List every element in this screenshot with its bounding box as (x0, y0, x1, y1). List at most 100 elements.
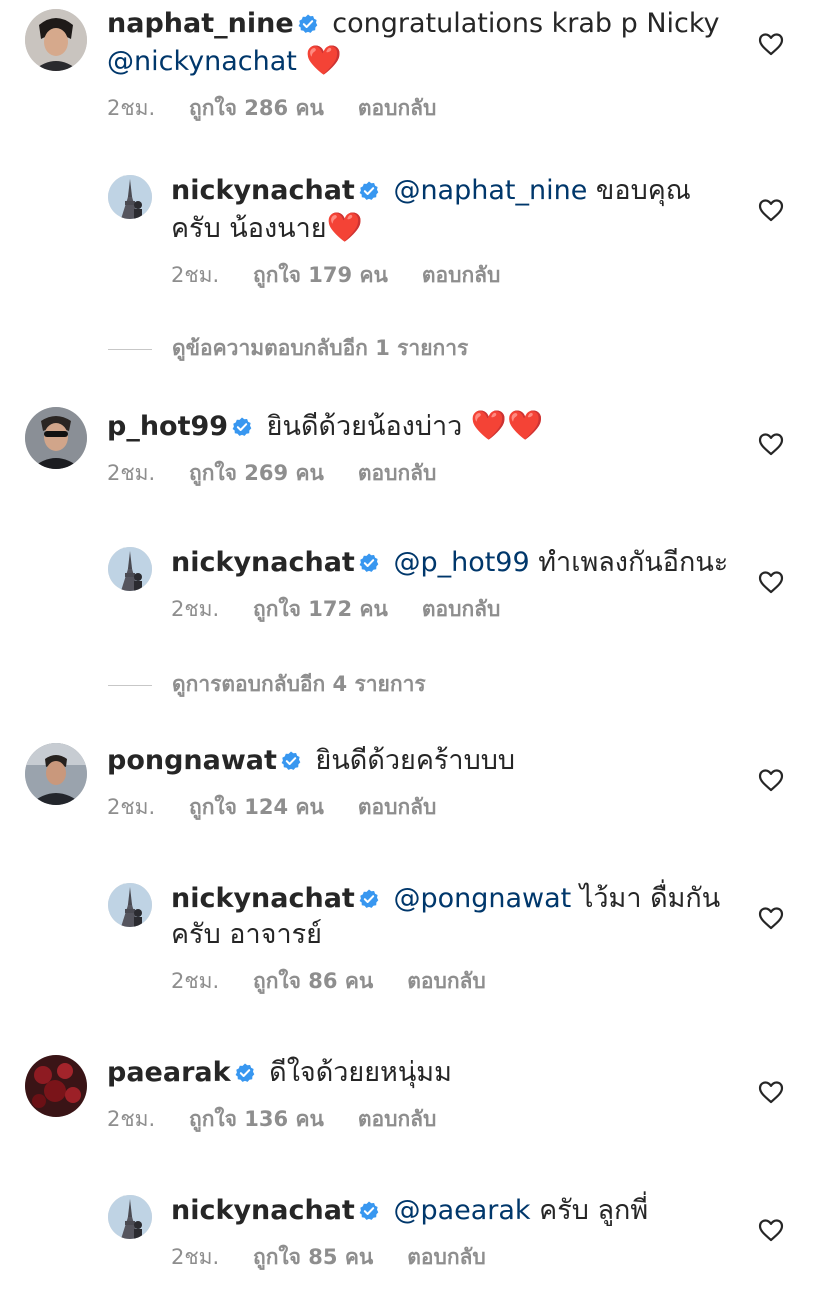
like-count[interactable]: ถูกใจ 86 คน (253, 966, 373, 996)
comments-screen: naphat_nine congratulations krab p Nicky… (0, 0, 828, 1296)
heart-emoji: ❤️ (305, 43, 342, 77)
heart-emoji: ❤️ (326, 210, 363, 244)
comment-text: p_hot99 ยินดีด้วยน้องบ่าว ❤️❤️ (107, 407, 747, 445)
avatar-photo (108, 1195, 152, 1239)
view-more-label: ดูการตอบกลับอีก 4 รายการ (172, 672, 426, 696)
comment-body: p_hot99 ยินดีด้วยน้องบ่าว ❤️❤️ 2ชม. ถูกใจ… (107, 407, 747, 488)
reply-meta: 2ชม. ถูกใจ 85 คน ตอบกลับ (171, 1242, 731, 1272)
comment-body: paearak ดีใจด้วยยหนุ่มม 2ชม. ถูกใจ 136 คน… (107, 1055, 747, 1134)
comment-message: ดีใจด้วยยหนุ่มม (269, 1057, 452, 1088)
username[interactable]: naphat_nine (107, 8, 294, 39)
timestamp: 2ชม. (107, 795, 156, 819)
avatar[interactable] (108, 547, 152, 591)
heart-outline-icon[interactable] (758, 198, 784, 222)
timestamp: 2ชม. (107, 96, 156, 120)
comment-text: naphat_nine congratulations krab p Nicky… (107, 6, 747, 80)
divider-line (108, 348, 152, 350)
comment-body: pongnawat ยินดีด้วยคร้าบบบ 2ชม. ถูกใจ 124… (107, 743, 747, 822)
username[interactable]: paearak (107, 1057, 231, 1088)
avatar[interactable] (108, 1195, 152, 1239)
comment-meta: 2ชม. ถูกใจ 136 คน ตอบกลับ (107, 1104, 747, 1134)
username[interactable]: pongnawat (107, 745, 277, 776)
timestamp: 2ชม. (171, 597, 220, 621)
reply-button[interactable]: ตอบกลับ (358, 1104, 437, 1134)
reply-text: nickynachat @pongnawat ไว้มา ดื่มกัน ครั… (171, 881, 731, 953)
verified-badge-icon (359, 1201, 379, 1221)
verified-badge-icon (281, 751, 301, 771)
mention-link[interactable]: @nickynachat (107, 46, 297, 77)
view-more-label: ดูข้อความตอบกลับอีก 1 รายการ (172, 336, 469, 360)
verified-badge-icon (298, 14, 318, 34)
avatar-photo (25, 9, 87, 71)
like-count[interactable]: ถูกใจ 179 คน (253, 260, 388, 290)
heart-outline-icon[interactable] (758, 1080, 784, 1104)
comment-message: ยินดีด้วยน้องบ่าว (266, 411, 463, 442)
avatar[interactable] (25, 743, 87, 805)
reply-text: nickynachat @naphat_nine ขอบคุณครับ น้อง… (171, 173, 731, 247)
comment-meta: 2ชม. ถูกใจ 124 คน ตอบกลับ (107, 792, 747, 822)
heart-outline-icon[interactable] (758, 1218, 784, 1242)
reply-button[interactable]: ตอบกลับ (358, 93, 437, 123)
avatar-photo (25, 743, 87, 805)
comment-meta: 2ชม. ถูกใจ 269 คน ตอบกลับ (107, 458, 747, 488)
reply-message: ทำเพลงกันอีกนะ (538, 547, 729, 578)
like-count[interactable]: ถูกใจ 172 คน (253, 594, 388, 624)
like-count[interactable]: ถูกใจ 136 คน (189, 1104, 324, 1134)
avatar[interactable] (108, 883, 152, 927)
timestamp: 2ชม. (107, 1107, 156, 1131)
reply-meta: 2ชม. ถูกใจ 86 คน ตอบกลับ (171, 966, 731, 996)
avatar[interactable] (25, 9, 87, 71)
avatar-photo (108, 175, 152, 219)
heart-outline-icon[interactable] (758, 570, 784, 594)
reply-body: nickynachat @pongnawat ไว้มา ดื่มกัน ครั… (171, 881, 731, 996)
view-more-replies-button[interactable]: ดูข้อความตอบกลับอีก 1 รายการ (108, 333, 468, 363)
like-count[interactable]: ถูกใจ 286 คน (189, 93, 324, 123)
verified-badge-icon (359, 181, 379, 201)
timestamp: 2ชม. (171, 263, 220, 287)
verified-badge-icon (359, 889, 379, 909)
verified-badge-icon (232, 417, 252, 437)
username[interactable]: nickynachat (171, 883, 355, 914)
heart-outline-icon[interactable] (758, 32, 784, 56)
comment-message: ยินดีด้วยคร้าบบบ (315, 745, 515, 776)
username[interactable]: nickynachat (171, 547, 355, 578)
divider-line (108, 684, 152, 686)
reply-button[interactable]: ตอบกลับ (407, 966, 486, 996)
verified-badge-icon (235, 1063, 255, 1083)
comment-text: paearak ดีใจด้วยยหนุ่มม (107, 1055, 747, 1091)
reply-button[interactable]: ตอบกลับ (358, 792, 437, 822)
reply-text: nickynachat @paearak ครับ ลูกพี่ (171, 1193, 731, 1229)
username[interactable]: nickynachat (171, 175, 355, 206)
reply-body: nickynachat @paearak ครับ ลูกพี่ 2ชม. ถูก… (171, 1193, 731, 1272)
comment-meta: 2ชม. ถูกใจ 286 คน ตอบกลับ (107, 93, 747, 123)
avatar[interactable] (25, 407, 87, 469)
username[interactable]: p_hot99 (107, 411, 228, 442)
avatar-photo (25, 407, 87, 469)
username[interactable]: nickynachat (171, 1195, 355, 1226)
comment-body: naphat_nine congratulations krab p Nicky… (107, 6, 747, 123)
comment-text: pongnawat ยินดีด้วยคร้าบบบ (107, 743, 747, 779)
heart-emoji: ❤️❤️ (470, 408, 544, 442)
heart-outline-icon[interactable] (758, 906, 784, 930)
timestamp: 2ชม. (107, 461, 156, 485)
avatar-photo (25, 1055, 87, 1117)
reply-button[interactable]: ตอบกลับ (407, 1242, 486, 1272)
mention-link[interactable]: @naphat_nine (393, 175, 587, 206)
like-count[interactable]: ถูกใจ 269 คน (189, 458, 324, 488)
reply-body: nickynachat @naphat_nine ขอบคุณครับ น้อง… (171, 173, 731, 290)
heart-outline-icon[interactable] (758, 432, 784, 456)
mention-link[interactable]: @p_hot99 (393, 547, 529, 578)
reply-meta: 2ชม. ถูกใจ 179 คน ตอบกลับ (171, 260, 731, 290)
mention-link[interactable]: @pongnawat (393, 883, 571, 914)
view-more-replies-button[interactable]: ดูการตอบกลับอีก 4 รายการ (108, 669, 426, 699)
avatar[interactable] (108, 175, 152, 219)
reply-button[interactable]: ตอบกลับ (358, 458, 437, 488)
heart-outline-icon[interactable] (758, 768, 784, 792)
mention-link[interactable]: @paearak (393, 1195, 530, 1226)
reply-button[interactable]: ตอบกลับ (422, 594, 501, 624)
like-count[interactable]: ถูกใจ 85 คน (253, 1242, 373, 1272)
comment-message: congratulations krab p Nicky (332, 8, 720, 39)
like-count[interactable]: ถูกใจ 124 คน (189, 792, 324, 822)
avatar[interactable] (25, 1055, 87, 1117)
reply-button[interactable]: ตอบกลับ (422, 260, 501, 290)
